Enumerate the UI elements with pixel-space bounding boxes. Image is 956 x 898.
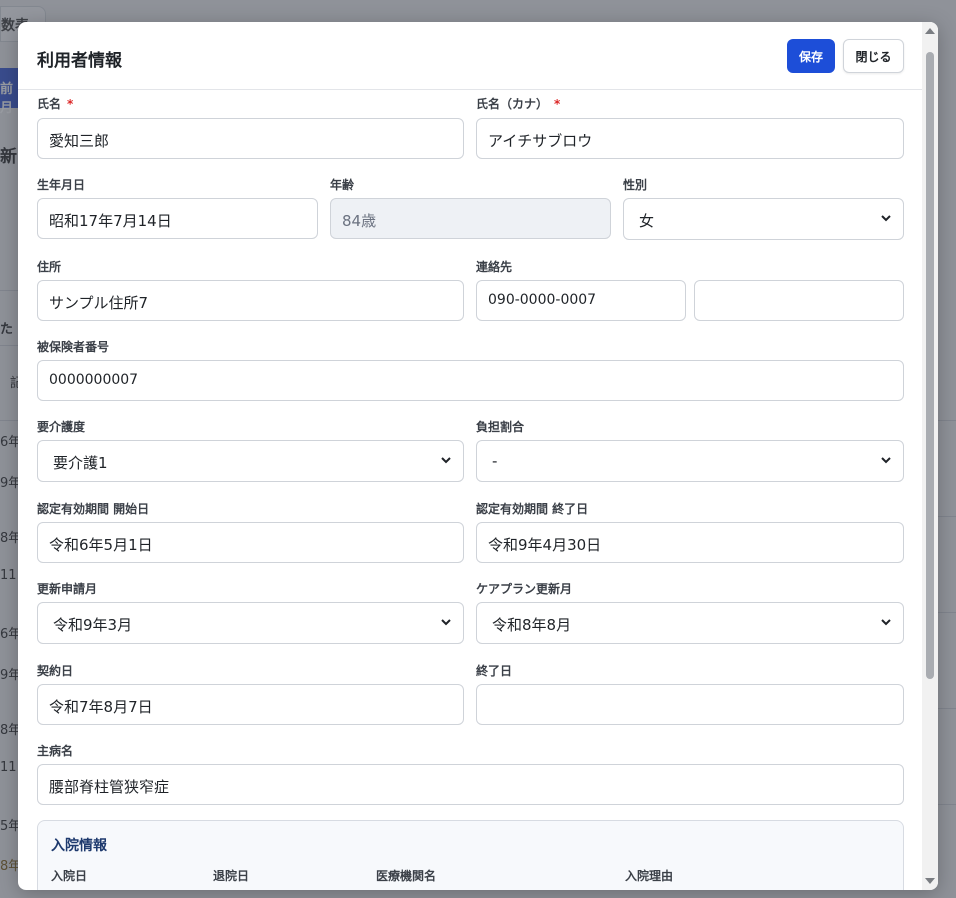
modal-header: 利用者情報 保存 閉じる [18,22,922,90]
diagnosis-label: 主病名 [37,744,74,758]
cert-end-input[interactable]: 令和9年4月30日 [476,522,904,563]
careplan-month-label: ケアプラン更新月 [476,582,573,596]
end-date-label: 終了日 [476,664,513,678]
end-date-input[interactable] [476,684,904,725]
gender-select[interactable]: 女 [623,198,904,240]
hospitalization-section: 入院情報 入院日 退院日 医療機関名 入院理由 [37,820,904,890]
gender-label: 性別 [623,178,648,192]
address-label: 住所 [37,260,62,274]
renewal-month-select[interactable]: 令和9年3月 [37,602,464,644]
modal-body: 氏名 * 愛知三郎 氏名（カナ） * アイチサブロウ 生年月日 昭和17年7月14日… [18,90,922,890]
required-mark: * [554,97,561,111]
kana-label: 氏名（カナ） * [476,97,561,111]
careplan-month-select[interactable]: 令和8年8月 [476,602,904,644]
cert-start-input[interactable]: 令和6年5月1日 [37,522,464,563]
chevron-down-icon [881,457,891,464]
chevron-down-icon [881,215,891,222]
insured-number-label: 被保険者番号 [37,340,110,354]
birthdate-input[interactable]: 昭和17年7月14日 [37,198,318,239]
chevron-down-icon [441,457,451,464]
kana-input[interactable]: アイチサブロウ [476,118,904,159]
name-input[interactable]: 愛知三郎 [37,118,464,159]
close-button[interactable]: 閉じる [843,39,904,73]
scroll-thumb[interactable] [926,52,934,679]
save-button[interactable]: 保存 [787,39,835,73]
care-level-label: 要介護度 [37,420,86,434]
scroll-down-arrow-icon[interactable] [925,878,935,884]
user-info-modal: 利用者情報 保存 閉じる 氏名 * 愛知三郎 氏名（カナ） * アイチサブロウ 生年… [18,22,938,890]
burden-ratio-select[interactable]: - [476,440,904,482]
hospitalization-title: 入院情報 [51,838,107,854]
burden-ratio-label: 負担割合 [476,420,525,434]
renewal-month-label: 更新申請月 [37,582,98,596]
facility-name-header: 医療機関名 [376,869,437,883]
chevron-down-icon [441,619,451,626]
required-mark: * [67,97,74,111]
address-input[interactable]: サンプル住所7 [37,280,464,321]
contact-input-2[interactable] [694,280,904,321]
discharge-date-header: 退院日 [213,869,250,883]
name-label: 氏名 * [37,97,74,111]
cert-start-label: 認定有効期間 開始日 [37,502,150,516]
care-level-select[interactable]: 要介護1 [37,440,464,482]
scroll-up-arrow-icon[interactable] [925,28,935,34]
contact-input[interactable]: 090-0000-0007 [476,280,686,321]
cert-end-label: 認定有効期間 終了日 [476,502,589,516]
contact-label: 連絡先 [476,260,513,274]
chevron-down-icon [881,619,891,626]
diagnosis-input[interactable]: 腰部脊柱管狭窄症 [37,764,904,805]
modal-title: 利用者情報 [37,51,122,71]
modal-scrollbar[interactable] [922,22,938,890]
insured-number-input[interactable]: 0000000007 [37,360,904,401]
age-label: 年齢 [330,178,355,192]
contract-date-input[interactable]: 令和7年8月7日 [37,684,464,725]
contract-date-label: 契約日 [37,664,74,678]
birthdate-label: 生年月日 [37,178,86,192]
admission-date-header: 入院日 [51,869,88,883]
admission-reason-header: 入院理由 [625,869,674,883]
age-input: 84歳 [330,198,611,239]
